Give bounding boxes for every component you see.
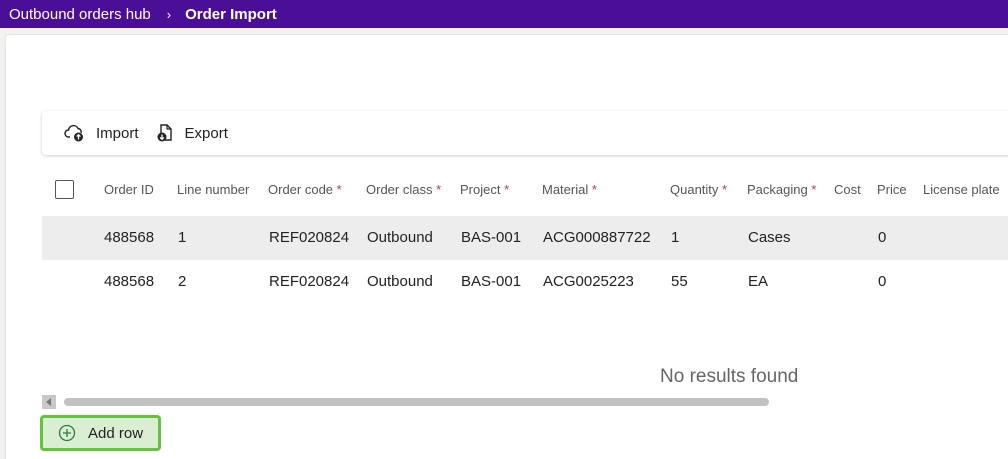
- cell-project[interactable]: BAS-001: [461, 229, 521, 246]
- table-header: Order ID Line number Order code * Order …: [42, 168, 1008, 212]
- header-order-id[interactable]: Order ID: [104, 182, 154, 197]
- export-button[interactable]: Export: [147, 111, 236, 155]
- cell-order-code[interactable]: REF020824: [269, 273, 349, 290]
- header-license-plate[interactable]: License plate: [923, 182, 1000, 197]
- header-line-number[interactable]: Line number: [177, 182, 249, 197]
- empty-message: No results found: [660, 366, 799, 387]
- cell-order-id[interactable]: 488568: [104, 229, 154, 246]
- header-quantity[interactable]: Quantity *: [670, 182, 727, 197]
- add-row-label: Add row: [88, 424, 144, 442]
- header-price[interactable]: Price: [877, 182, 907, 197]
- cell-order-code[interactable]: REF020824: [269, 229, 349, 246]
- scroll-left-arrow-icon[interactable]: [42, 395, 56, 409]
- scrollbar-thumb[interactable]: [64, 398, 769, 406]
- top-bar: Outbound orders hub › Order Import: [0, 0, 1008, 28]
- cell-quantity[interactable]: 55: [671, 273, 688, 290]
- select-all-checkbox[interactable]: [55, 180, 74, 199]
- table-row[interactable]: 488568 1 REF020824 Outbound BAS-001 ACG0…: [42, 216, 1008, 260]
- cloud-upload-icon: [64, 124, 83, 142]
- export-label: Export: [184, 124, 228, 142]
- breadcrumb-current: Order Import: [185, 5, 277, 23]
- header-material[interactable]: Material *: [542, 182, 597, 197]
- import-label: Import: [96, 124, 139, 142]
- plus-circle-icon: [58, 424, 76, 442]
- cell-line-number[interactable]: 1: [178, 229, 186, 246]
- header-packaging[interactable]: Packaging *: [747, 182, 816, 197]
- cell-quantity[interactable]: 1: [671, 229, 679, 246]
- cell-packaging[interactable]: Cases: [748, 229, 791, 246]
- header-order-code[interactable]: Order code *: [268, 182, 342, 197]
- cell-price[interactable]: 0: [878, 229, 886, 246]
- add-row-button[interactable]: Add row: [40, 415, 161, 451]
- table-row[interactable]: 488568 2 REF020824 Outbound BAS-001 ACG0…: [42, 260, 1008, 304]
- cell-material[interactable]: ACG000887722: [543, 229, 651, 246]
- horizontal-scrollbar[interactable]: [42, 395, 777, 409]
- cell-packaging[interactable]: EA: [748, 273, 768, 290]
- cell-order-class[interactable]: Outbound: [367, 229, 433, 246]
- toolbar: Import Export: [42, 111, 1008, 155]
- cell-line-number[interactable]: 2: [178, 273, 186, 290]
- document-download-icon: [157, 124, 172, 142]
- cell-order-id[interactable]: 488568: [104, 273, 154, 290]
- breadcrumb-separator: ›: [166, 6, 172, 22]
- cell-order-class[interactable]: Outbound: [367, 273, 433, 290]
- cell-material[interactable]: ACG0025223: [543, 273, 634, 290]
- cell-project[interactable]: BAS-001: [461, 273, 521, 290]
- breadcrumb-parent[interactable]: Outbound orders hub: [0, 6, 151, 23]
- header-cost[interactable]: Cost: [834, 182, 861, 197]
- import-button[interactable]: Import: [56, 111, 147, 155]
- header-project[interactable]: Project *: [460, 182, 509, 197]
- header-order-class[interactable]: Order class *: [366, 182, 441, 197]
- cell-price[interactable]: 0: [878, 273, 886, 290]
